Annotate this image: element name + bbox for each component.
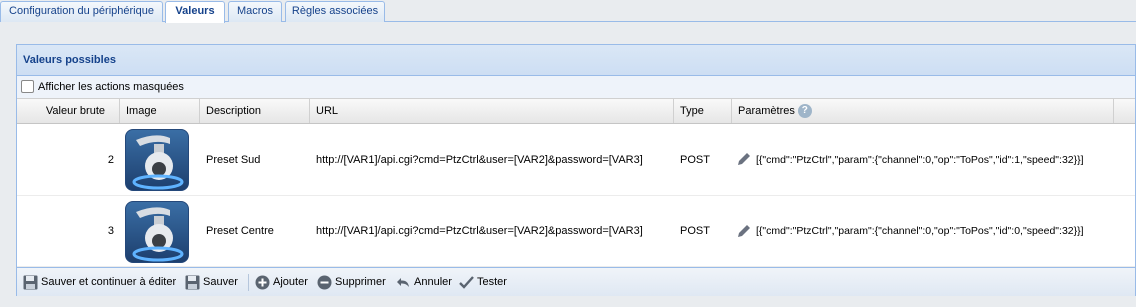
col-header-parameters-label: Paramètres <box>738 105 795 117</box>
parameters-cell: [{"cmd":"PtzCtrl","param":{"channel":0,"… <box>756 225 1084 237</box>
toolbar-separator <box>248 274 249 291</box>
panel-header: Valeurs possibles <box>17 45 1135 76</box>
col-header-raw-value[interactable]: Valeur brute <box>17 99 120 123</box>
delete-button[interactable]: Supprimer <box>317 268 389 297</box>
col-header-type[interactable]: Type <box>674 99 732 123</box>
add-label: Ajouter <box>273 276 308 288</box>
description-cell: Preset Sud <box>206 154 261 166</box>
save-and-continue-button[interactable]: Sauver et continuer à éditer <box>23 268 181 297</box>
description-cell: Preset Centre <box>206 225 274 237</box>
table-row[interactable]: 3 Preset Centre http://[VAR1]/api.cgi?cm… <box>17 196 1135 267</box>
raw-value-cell: 2 <box>107 154 114 166</box>
save-and-continue-label: Sauver et continuer à éditer <box>41 276 177 288</box>
url-cell: http://[VAR1]/api.cgi?cmd=PtzCtrl&user=[… <box>316 225 643 237</box>
plus-circle-icon <box>255 275 270 290</box>
col-header-url[interactable]: URL <box>310 99 674 123</box>
parameters-cell: [{"cmd":"PtzCtrl","param":{"channel":0,"… <box>756 154 1084 166</box>
table-row[interactable]: 2 Preset Sud http://[VAR1]/api.cgi?cmd=P… <box>17 124 1135 196</box>
raw-value-cell: 3 <box>107 225 114 237</box>
help-icon[interactable]: ? <box>797 104 812 119</box>
save-button[interactable]: Sauver <box>185 268 243 297</box>
type-cell: POST <box>680 225 710 237</box>
values-panel: Valeurs possibles Afficher les actions m… <box>16 44 1136 296</box>
show-hidden-checkbox[interactable] <box>21 80 34 93</box>
bottom-toolbar: Sauver et continuer à éditer Sauver Ajou… <box>17 267 1135 296</box>
delete-label: Supprimer <box>335 276 386 288</box>
tab-device-config[interactable]: Configuration du périphérique <box>0 1 163 22</box>
minus-circle-icon <box>317 275 332 290</box>
test-button[interactable]: Tester <box>459 268 509 297</box>
pencil-icon[interactable] <box>737 152 751 166</box>
ptz-camera-icon <box>125 201 189 263</box>
checkmark-icon <box>459 276 474 289</box>
tab-macros[interactable]: Macros <box>228 1 282 22</box>
type-cell: POST <box>680 154 710 166</box>
show-hidden-bar: Afficher les actions masquées <box>17 76 1135 99</box>
tab-associated-rules[interactable]: Règles associées <box>285 1 385 22</box>
add-button[interactable]: Ajouter <box>255 268 311 297</box>
col-header-description[interactable]: Description <box>200 99 310 123</box>
url-cell: http://[VAR1]/api.cgi?cmd=PtzCtrl&user=[… <box>316 154 643 166</box>
save-label: Sauver <box>203 276 238 288</box>
cancel-label: Annuler <box>414 276 452 288</box>
floppy-disk-icon <box>185 275 200 290</box>
undo-icon <box>397 278 409 287</box>
ptz-camera-icon <box>125 129 189 191</box>
tab-values[interactable]: Valeurs <box>165 1 225 23</box>
grid-header: Valeur brute Image Description URL Type … <box>17 99 1135 124</box>
cancel-button[interactable]: Annuler <box>395 268 453 297</box>
test-label: Tester <box>477 276 507 288</box>
panel-title: Valeurs possibles <box>23 54 116 66</box>
show-hidden-label[interactable]: Afficher les actions masquées <box>38 81 184 93</box>
pencil-icon[interactable] <box>737 224 751 238</box>
tab-bar: Configuration du périphérique Valeurs Ma… <box>0 0 1136 23</box>
col-header-image[interactable]: Image <box>120 99 200 123</box>
col-header-parameters[interactable]: Paramètres? <box>732 99 1114 123</box>
floppy-disk-icon <box>23 275 38 290</box>
